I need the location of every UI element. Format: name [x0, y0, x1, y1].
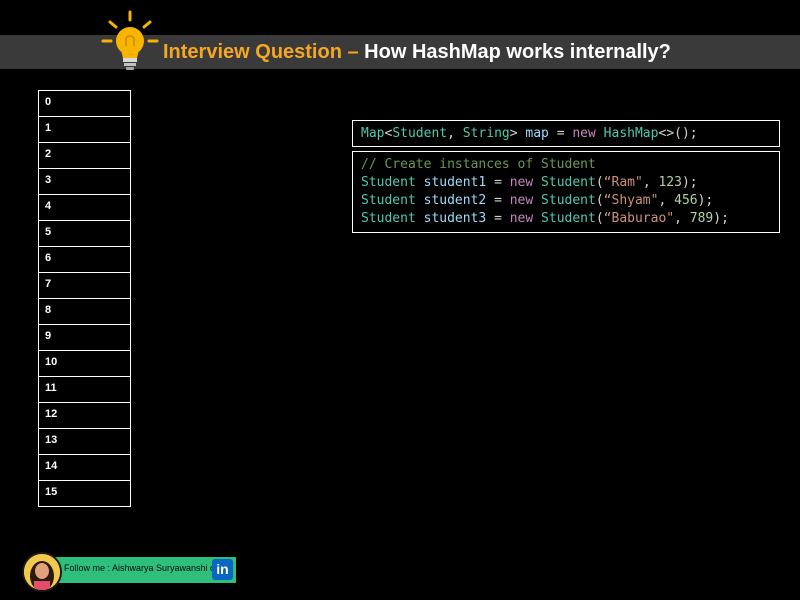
- code-token: Student: [541, 211, 596, 226]
- code-token: student3: [423, 211, 487, 226]
- code-token: Student: [361, 175, 416, 190]
- code-token: ,: [658, 193, 675, 208]
- follow-text: Follow me : Aishwarya Suryawanshi on: [64, 563, 221, 573]
- code-token: >: [509, 126, 526, 141]
- code-token: Student: [361, 193, 416, 208]
- code-token: (: [595, 193, 604, 208]
- code-token: new: [572, 126, 596, 141]
- page-title: Interview Question – How HashMap works i…: [163, 41, 671, 64]
- code-token: Map: [361, 126, 385, 141]
- code-token: 123: [658, 175, 682, 190]
- bucket-row: 3: [38, 169, 131, 195]
- bucket-row: 7: [38, 273, 131, 299]
- title-main: How HashMap works internally?: [364, 41, 671, 63]
- code-token: 456: [674, 193, 698, 208]
- bucket-row: 11: [38, 377, 131, 403]
- bucket-row: 1: [38, 117, 131, 143]
- code-token: “Ram": [603, 175, 643, 190]
- code-token: Student: [392, 126, 448, 141]
- code-token: new: [509, 211, 534, 226]
- code-token: HashMap: [603, 126, 659, 141]
- bucket-table: 0 1 2 3 4 5 6 7 8 9 10 11 12 13 14 15: [38, 90, 131, 507]
- student-code-box: // Create instances of Student Student s…: [352, 151, 780, 233]
- bucket-row: 13: [38, 429, 131, 455]
- code-token: <>();: [658, 126, 698, 141]
- map-declaration-line: Map<Student, String> map = new HashMap<>…: [361, 126, 771, 142]
- student-declaration-line: Student student1 = new Student(“Ram", 12…: [361, 174, 771, 192]
- bucket-row: 4: [38, 195, 131, 221]
- code-token: =: [548, 126, 573, 141]
- code-token: String: [462, 126, 510, 141]
- code-token: “Baburao": [603, 211, 675, 226]
- code-token: ,: [447, 126, 463, 141]
- code-token: );: [681, 175, 698, 190]
- code-token: =: [486, 193, 510, 208]
- bucket-row: 14: [38, 455, 131, 481]
- bucket-row: 5: [38, 221, 131, 247]
- code-token: Student: [541, 175, 596, 190]
- bucket-row: 9: [38, 325, 131, 351]
- code-token: 789: [689, 211, 714, 226]
- bucket-row: 15: [38, 481, 131, 507]
- code-token: new: [509, 175, 534, 190]
- bucket-row: 2: [38, 143, 131, 169]
- code-token: );: [697, 193, 714, 208]
- bucket-row: 0: [38, 91, 131, 117]
- code-comment: // Create instances of Student: [361, 157, 596, 172]
- code-token: map: [525, 126, 549, 141]
- map-declaration-box: Map<Student, String> map = new HashMap<>…: [352, 120, 780, 147]
- code-token: =: [486, 175, 510, 190]
- avatar: [22, 552, 62, 592]
- bucket-row: 8: [38, 299, 131, 325]
- code-token: student2: [423, 193, 487, 208]
- code-token: student1: [423, 175, 487, 190]
- code-token: ,: [642, 175, 659, 190]
- code-token: (: [595, 175, 604, 190]
- bucket-row: 12: [38, 403, 131, 429]
- code-token: Student: [361, 211, 416, 226]
- code-token: Student: [541, 193, 596, 208]
- code-token: (: [595, 211, 604, 226]
- student-declaration-line: Student student2 = new Student(“Shyam", …: [361, 192, 771, 210]
- linkedin-icon[interactable]: in: [212, 559, 233, 580]
- code-token: ,: [674, 211, 690, 226]
- lightbulb-icon: [101, 10, 159, 70]
- code-token: new: [509, 193, 534, 208]
- title-accent: Interview Question –: [163, 41, 359, 63]
- code-token: =: [486, 211, 510, 226]
- student-declaration-line: Student student3 = new Student(“Baburao"…: [361, 210, 771, 228]
- code-token: );: [713, 211, 729, 226]
- bucket-row: 6: [38, 247, 131, 273]
- code-token: “Shyam": [603, 193, 659, 208]
- bucket-row: 10: [38, 351, 131, 377]
- follow-banner[interactable]: Follow me : Aishwarya Suryawanshi on in: [22, 552, 236, 592]
